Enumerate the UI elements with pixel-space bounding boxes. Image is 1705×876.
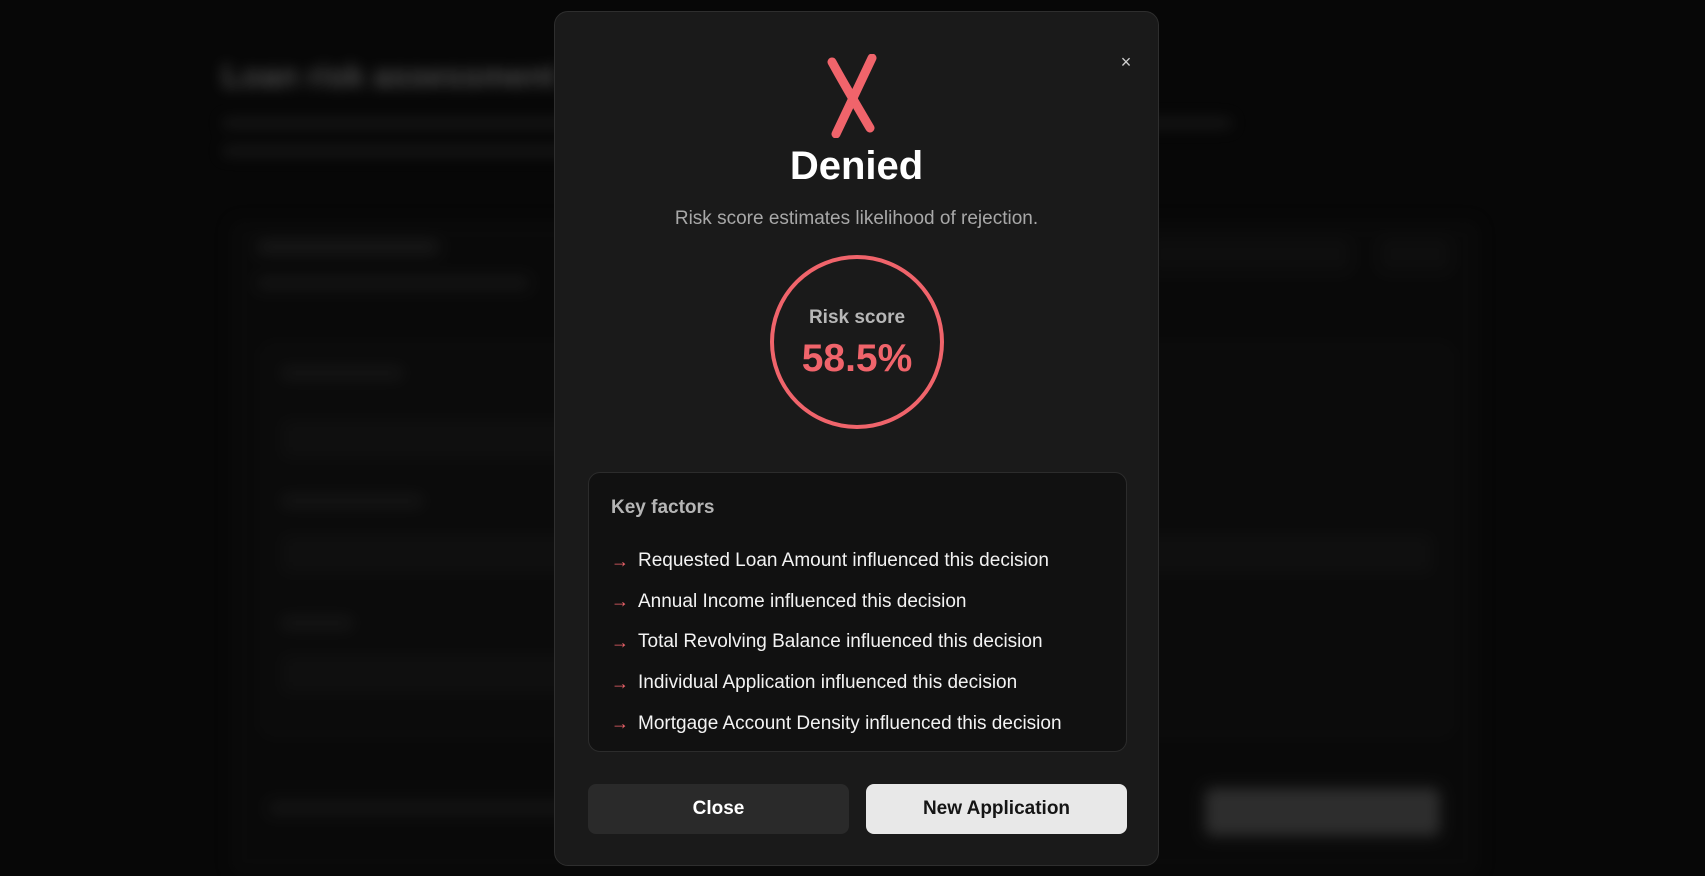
key-factors-title: Key factors xyxy=(611,497,715,518)
list-item: → Mortgage Account Density influenced th… xyxy=(611,703,1062,744)
status-title: Denied xyxy=(789,144,924,188)
list-item: → Requested Loan Amount influenced this … xyxy=(611,541,1062,582)
key-factors-list: → Requested Loan Amount influenced this … xyxy=(611,541,1062,744)
factor-text: Individual Application influenced this d… xyxy=(638,672,1018,694)
status-subtitle: Risk score estimates likelihood of rejec… xyxy=(674,208,1039,229)
risk-score-value: 58.5% xyxy=(801,337,913,380)
close-button[interactable]: Close xyxy=(588,784,849,834)
arrow-right-icon: → xyxy=(611,631,629,652)
factor-text: Mortgage Account Density influenced this… xyxy=(638,712,1062,734)
factor-text: Annual Income influenced this decision xyxy=(638,590,967,612)
arrow-right-icon: → xyxy=(611,591,629,612)
arrow-right-icon: → xyxy=(611,672,629,693)
arrow-right-icon: → xyxy=(611,550,629,571)
key-factors-panel: Key factors → Requested Loan Amount infl… xyxy=(588,472,1127,752)
list-item: → Annual Income influenced this decision xyxy=(611,582,1062,623)
risk-score-label: Risk score xyxy=(808,307,906,328)
arrow-right-icon: → xyxy=(611,713,629,734)
list-item: → Total Revolving Balance influenced thi… xyxy=(611,622,1062,663)
close-icon[interactable]: × xyxy=(1114,50,1138,74)
x-mark-icon xyxy=(827,54,877,138)
new-application-button[interactable]: New Application xyxy=(866,784,1127,834)
factor-text: Total Revolving Balance influenced this … xyxy=(638,631,1043,653)
factor-text: Requested Loan Amount influenced this de… xyxy=(638,550,1049,572)
result-modal: × Denied Risk score estimates likelihood… xyxy=(554,11,1159,866)
risk-score-ring: Risk score 58.5% xyxy=(770,255,944,429)
list-item: → Individual Application influenced this… xyxy=(611,663,1062,704)
